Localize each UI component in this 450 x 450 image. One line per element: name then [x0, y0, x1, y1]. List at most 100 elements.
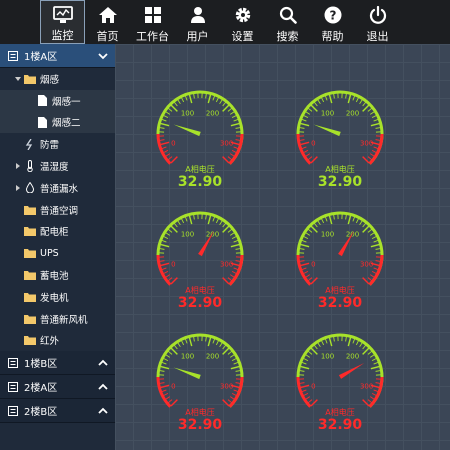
folder-icon [24, 314, 36, 324]
gauge-dial: 0 100 200 300 [296, 211, 384, 286]
gauge-tick [299, 382, 305, 384]
gauge-tick [373, 267, 379, 271]
gauge-tick [301, 361, 307, 365]
gauge-tick [371, 270, 377, 275]
gauge-tick [161, 239, 167, 243]
tree-label: 防雷 [40, 140, 60, 152]
file-icon [36, 95, 48, 107]
list-icon [8, 405, 18, 416]
tree-item-air-conditioner[interactable]: 普通空调 [0, 199, 115, 221]
gauge-tick [159, 382, 165, 384]
gauge-tick [303, 357, 309, 362]
gauge-tick [373, 389, 379, 393]
gauge-tick [170, 347, 178, 355]
nav-user[interactable]: 用户 [175, 0, 220, 44]
gauge-tick [367, 228, 373, 233]
section-header-1a[interactable]: 1楼A区 [0, 44, 115, 68]
gear-icon [233, 5, 253, 25]
gauge-tick [230, 365, 240, 370]
search-icon [278, 5, 298, 25]
gauge-tick [373, 146, 379, 150]
gauge-tick [160, 262, 170, 267]
nav-help[interactable]: ? 帮助 [310, 0, 355, 44]
gauge-tick [161, 267, 167, 271]
tree-item-lightning[interactable]: 防雷 [0, 133, 115, 155]
gauge-tick [207, 94, 212, 104]
gauge-tick [188, 94, 193, 104]
gauge-tick [231, 114, 237, 119]
gauge-tick [160, 122, 170, 127]
gauge-arc-normal [156, 333, 244, 408]
gauge-tick [345, 93, 347, 99]
nav-search[interactable]: 搜索 [265, 0, 310, 44]
tree-item-smoke-2[interactable]: 烟感二 [0, 111, 115, 134]
tree-item-smoke-1[interactable]: 烟感一 [0, 89, 115, 112]
gauge-tick [317, 220, 321, 226]
user-icon [188, 5, 208, 25]
gauge-tick-label: 300 [360, 383, 373, 391]
gauge-tick-label: 300 [220, 383, 233, 391]
folder-icon [24, 74, 36, 84]
gauge-tick [371, 149, 377, 154]
gauge-tick [177, 342, 181, 348]
list-icon [8, 50, 18, 61]
gauge-tick-label: 200 [346, 230, 359, 238]
gauge-dial: 0 100 200 300 [296, 333, 384, 408]
tree-item-water-leak[interactable]: 普通漏水 [0, 177, 115, 199]
nav-monitor[interactable]: 监控 [40, 0, 85, 44]
nav-label: 用户 [186, 30, 209, 43]
gauge-tick [317, 99, 321, 105]
caret-down-icon[interactable] [14, 76, 22, 82]
tree-label: 烟感 [40, 74, 60, 86]
gauge-tick [163, 235, 169, 240]
gauge-tick [371, 357, 377, 362]
gauge-tick [310, 104, 318, 112]
caret-right-icon[interactable] [14, 184, 22, 191]
tree-item-distribution-cabinet[interactable]: 配电柜 [0, 221, 115, 243]
gauge-tick [299, 260, 305, 262]
nav-logout[interactable]: 退出 [355, 0, 400, 44]
tree-item-fresh-air[interactable]: 普通新风机 [0, 308, 115, 330]
gauge-tick [159, 127, 165, 129]
gauge-tick [167, 277, 173, 282]
section-header-2a[interactable]: 2楼A区 [0, 375, 115, 400]
gauge-tick [300, 122, 310, 127]
nav-settings[interactable]: 设置 [220, 0, 265, 44]
gauge-tick-label: 200 [206, 109, 219, 117]
gauge-tick [222, 347, 230, 355]
tree-item-infrared[interactable]: 红外 [0, 330, 115, 352]
nav-workbench[interactable]: 工作台 [130, 0, 175, 44]
gauge-tick-label: 0 [311, 383, 315, 391]
gauge-tick [359, 99, 363, 105]
svg-text:?: ? [329, 9, 336, 23]
grid-icon [143, 5, 163, 25]
gauge-tick [159, 248, 165, 250]
folder-icon [24, 292, 36, 302]
section-header-2b[interactable]: 2楼B区 [0, 399, 115, 424]
gauge-tick [301, 118, 307, 122]
gauge-dial: 0 100 200 300 [296, 90, 384, 165]
gauge-arc-normal [296, 211, 384, 286]
gauge-tick [161, 146, 167, 150]
tree-item-ups[interactable]: UPS [0, 242, 115, 264]
caret-right-icon[interactable] [14, 163, 22, 170]
tree-item-battery[interactable]: 蓄电池 [0, 264, 115, 286]
gauge-tick [300, 141, 310, 146]
nav-home[interactable]: 首页 [85, 0, 130, 44]
gauge-tick [355, 340, 360, 346]
gauge-tick [328, 215, 333, 225]
gauge-tick [222, 156, 230, 164]
tree-item-generator[interactable]: 发电机 [0, 286, 115, 308]
gauge-tick [160, 243, 170, 248]
section-header-1b[interactable]: 1楼B区 [0, 351, 115, 376]
gauge-tick [370, 365, 380, 370]
gauge-tick [375, 370, 381, 372]
tree-item-temp-humidity[interactable]: 温湿度 [0, 155, 115, 177]
gauge-tick [373, 118, 379, 122]
gauge-tick [229, 153, 235, 157]
gauge-tick [170, 399, 178, 407]
tree-label: 普通漏水 [40, 183, 79, 195]
gauge-tick-label: 200 [206, 352, 219, 360]
tree-item-smoke[interactable]: 烟感 [0, 68, 115, 90]
help-icon: ? [323, 5, 343, 25]
